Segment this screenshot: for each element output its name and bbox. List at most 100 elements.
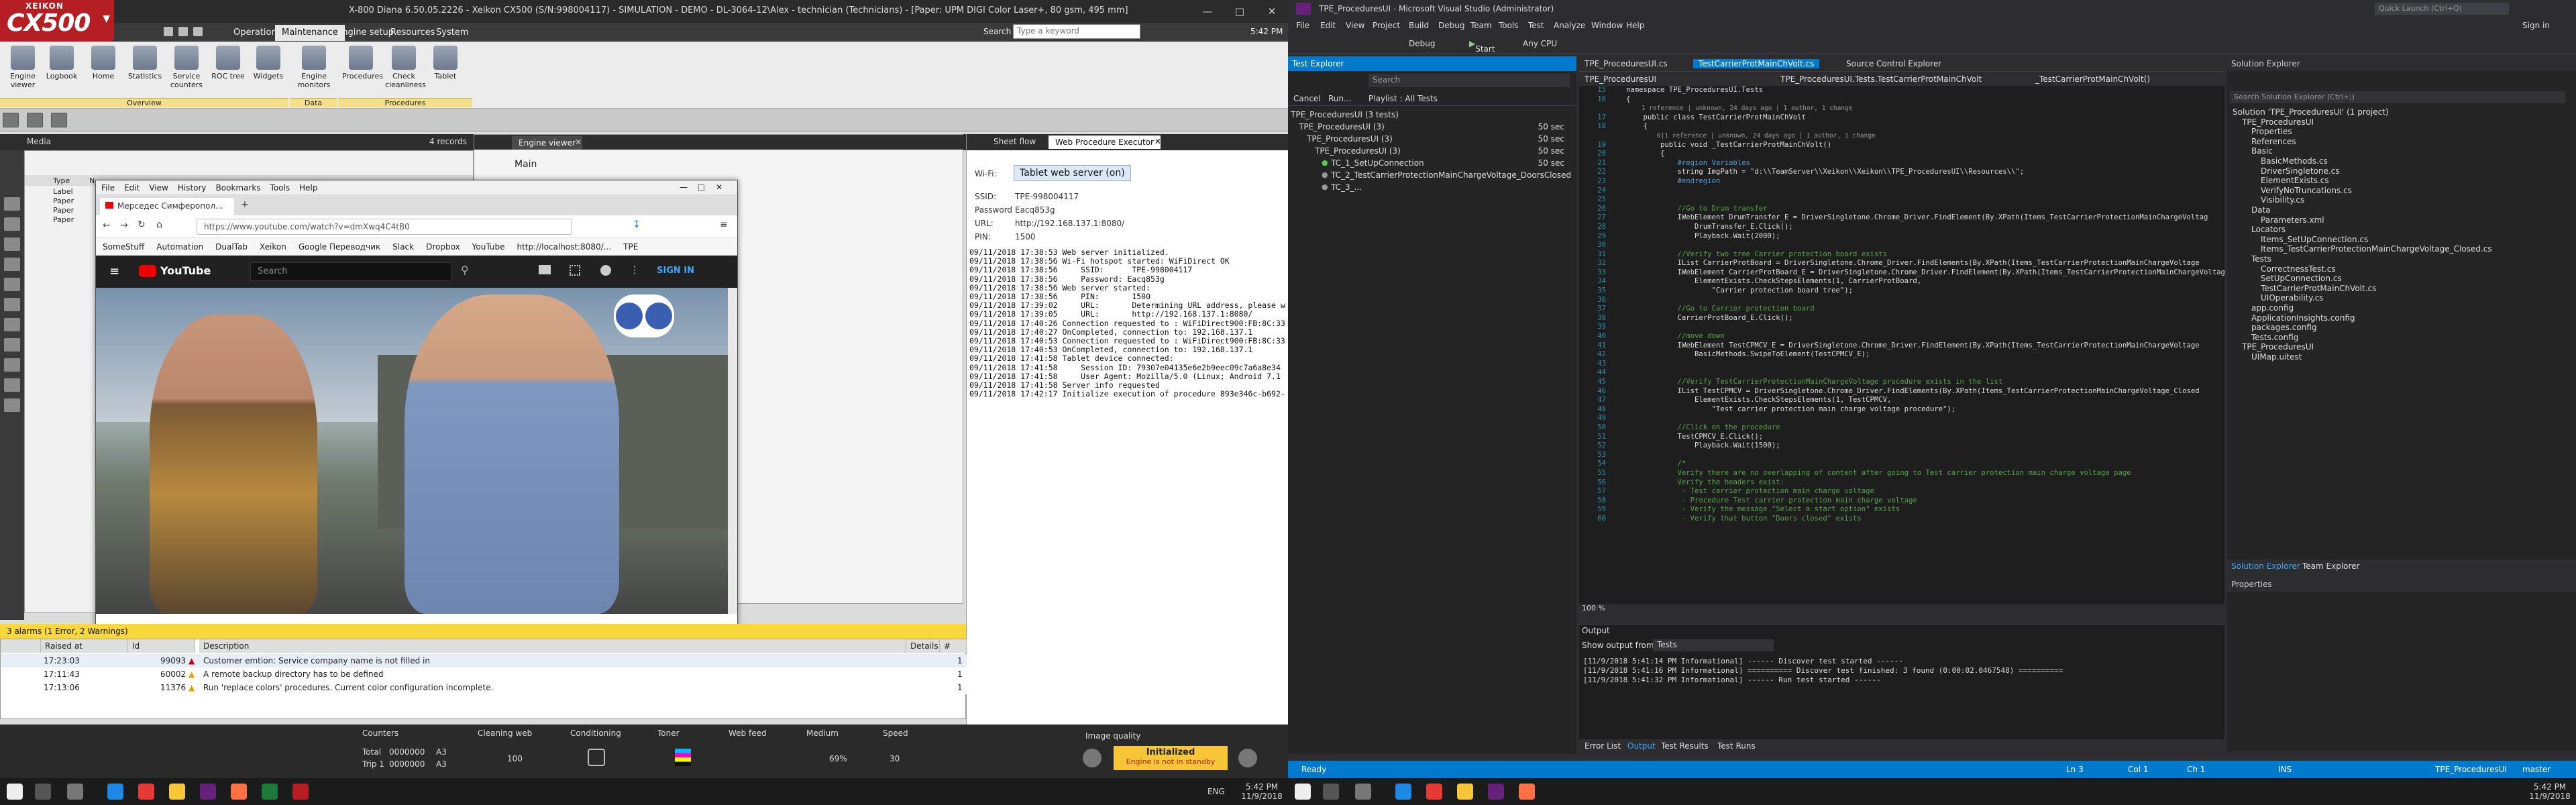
quick-launch-input[interactable]: Quick Launch (Ctrl+Q) bbox=[2375, 3, 2509, 15]
minimize-icon[interactable]: — bbox=[680, 182, 688, 192]
nav-project[interactable]: TPE_ProceduresUI bbox=[1585, 74, 1656, 84]
firefox-icon[interactable] bbox=[231, 784, 247, 800]
list-item[interactable]: Paper bbox=[53, 197, 74, 206]
alarm-col-id[interactable]: Id bbox=[128, 639, 195, 653]
solution-node[interactable]: Items_TestCarrierProtectionMainChargeVol… bbox=[2261, 244, 2492, 254]
solution-node[interactable]: VerifyNoTruncations.cs bbox=[2261, 186, 2352, 195]
close-icon[interactable]: ✕ bbox=[1155, 137, 1161, 146]
tray-language[interactable]: ENG bbox=[1208, 787, 1225, 796]
tray-clock[interactable]: 5:42 PM 11/9/2018 bbox=[2526, 782, 2573, 801]
bookmark-item[interactable]: Dropbox bbox=[426, 242, 460, 252]
url-bar[interactable]: https://www.youtube.com/watch?v=dmXwq4C4… bbox=[197, 219, 572, 235]
solution-node[interactable]: Parameters.xml bbox=[2261, 215, 2324, 225]
maximize-icon[interactable]: □ bbox=[698, 182, 705, 192]
strip-icon[interactable] bbox=[4, 237, 20, 251]
alarm-col-time[interactable]: Raised at bbox=[41, 639, 128, 653]
chrome-icon[interactable] bbox=[1426, 784, 1442, 800]
solution-search-input[interactable]: Search Solution Explorer (Ctrl+;) bbox=[2230, 91, 2565, 103]
logo-dropdown-icon[interactable]: ▼ bbox=[103, 13, 110, 24]
statistics-button[interactable]: Statistics bbox=[126, 46, 164, 80]
menu-team[interactable]: Team bbox=[1470, 21, 1492, 30]
strip-icon[interactable] bbox=[4, 217, 20, 231]
run-link[interactable]: Run... bbox=[1328, 94, 1351, 103]
visual-studio-icon[interactable] bbox=[1488, 784, 1504, 800]
menu-view[interactable]: View bbox=[1346, 21, 1364, 30]
bookmark-item[interactable]: DualTab bbox=[215, 242, 248, 252]
firefox-icon[interactable] bbox=[1519, 784, 1535, 800]
tab-test-runs[interactable]: Test Runs bbox=[1717, 741, 1756, 751]
visual-studio-icon[interactable] bbox=[200, 784, 216, 800]
create-video-icon[interactable] bbox=[539, 265, 551, 274]
engine-monitors-button[interactable]: Engine monitors bbox=[295, 46, 333, 89]
browser-tab[interactable]: Мерседес Симферопол... bbox=[100, 198, 234, 215]
strip-icon[interactable] bbox=[4, 378, 20, 392]
tab-test-carrier[interactable]: TestCarrierProtMainChVolt.cs bbox=[1693, 59, 1820, 68]
strip-icon[interactable] bbox=[4, 358, 20, 372]
solution-node[interactable]: Tests.config bbox=[2251, 333, 2298, 342]
home-icon[interactable] bbox=[193, 27, 203, 36]
solution-node[interactable]: UIOperability.cs bbox=[2261, 293, 2323, 303]
roc-tree-button[interactable]: ROC tree bbox=[209, 46, 247, 80]
forward-icon[interactable] bbox=[178, 27, 188, 36]
play-button[interactable] bbox=[1083, 749, 1102, 767]
toolbar-icon[interactable] bbox=[27, 113, 43, 127]
strip-icon[interactable] bbox=[4, 278, 20, 291]
toolbar-icon[interactable] bbox=[3, 113, 19, 127]
search-input[interactable]: Type a keyword bbox=[1013, 24, 1140, 39]
solution-node[interactable]: UIMap.uitest bbox=[2251, 352, 2302, 362]
edge-icon[interactable] bbox=[107, 784, 123, 800]
status-branch[interactable]: master bbox=[2522, 765, 2551, 774]
table-row[interactable]: 17:23:03 99093 ▲ Customer emtion: Service c… bbox=[1, 654, 967, 667]
list-item[interactable]: Label bbox=[53, 187, 74, 197]
menu-analyze[interactable]: Analyze bbox=[1554, 21, 1585, 30]
menu-icon[interactable]: ≡ bbox=[720, 219, 728, 230]
wifi-value[interactable]: Tablet web server (on) bbox=[1014, 165, 1131, 181]
tab-system[interactable]: System bbox=[429, 25, 475, 41]
check-cleanliness-button[interactable]: Check cleanliness bbox=[385, 46, 426, 89]
reload-icon[interactable]: ↻ bbox=[138, 219, 146, 230]
menu-bookmarks[interactable]: Bookmarks bbox=[216, 183, 261, 193]
sign-in-button[interactable]: SIGN IN bbox=[657, 266, 694, 276]
solution-node[interactable]: TestCarrierProtMainChVolt.cs bbox=[2261, 284, 2376, 293]
explorer-icon[interactable] bbox=[169, 784, 185, 800]
menu-file[interactable]: File bbox=[1296, 21, 1309, 30]
test-node[interactable]: TPE_ProceduresUI (3 tests) bbox=[1291, 110, 1399, 119]
menu-debug[interactable]: Debug bbox=[1438, 21, 1464, 30]
menu-tools[interactable]: Tools bbox=[1499, 21, 1519, 30]
bookmark-item[interactable]: YouTube bbox=[472, 242, 505, 252]
service-counters-button[interactable]: Service counters bbox=[168, 46, 205, 89]
tab-source-control[interactable]: Source Control Explorer bbox=[1841, 59, 1947, 68]
solution-node[interactable]: CorrectnessTest.cs bbox=[2261, 264, 2336, 274]
solution-node[interactable]: Properties bbox=[2251, 127, 2292, 136]
test-node[interactable]: TPE_ProceduresUI (3) bbox=[1307, 134, 1393, 144]
windows-start-icon[interactable] bbox=[1295, 784, 1311, 800]
windows-start-icon[interactable] bbox=[7, 784, 23, 800]
excel-icon[interactable] bbox=[262, 784, 278, 800]
config-dropdown[interactable]: Debug bbox=[1409, 39, 1435, 48]
nav-method[interactable]: _TestCarrierProtMainChVolt() bbox=[2035, 74, 2150, 84]
solution-node[interactable]: app.config bbox=[2251, 303, 2294, 313]
bookmark-item[interactable]: Automation bbox=[156, 242, 203, 252]
test-node[interactable]: TPE_ProceduresUI (3) bbox=[1299, 122, 1385, 131]
home-button[interactable]: Home bbox=[85, 46, 122, 80]
widgets-button[interactable]: Widgets bbox=[250, 46, 287, 80]
solution-node[interactable]: Tests bbox=[2251, 254, 2271, 264]
solution-node[interactable]: Locators bbox=[2251, 225, 2286, 234]
solution-node[interactable]: DriverSingletone.cs bbox=[2261, 166, 2340, 176]
home-icon[interactable]: ⌂ bbox=[156, 219, 162, 230]
solution-node[interactable]: ApplicationInsights.config bbox=[2251, 313, 2355, 323]
edge-icon[interactable] bbox=[1395, 784, 1411, 800]
alarm-summary[interactable]: 3 alarms (1 Error, 2 Warnings) bbox=[0, 624, 966, 639]
close-icon[interactable]: ✕ bbox=[1256, 0, 1288, 23]
table-row[interactable]: 17:13:06 11376 ▲ Run 'replace colors' proce… bbox=[1, 681, 967, 694]
platform-dropdown[interactable]: Any CPU bbox=[1523, 39, 1557, 48]
solution-node[interactable]: Basic bbox=[2251, 146, 2273, 156]
tray-clock[interactable]: 5:42 PM 11/9/2018 bbox=[1238, 782, 1285, 801]
video-player[interactable] bbox=[96, 288, 728, 614]
solution-node[interactable]: Solution 'TPE_ProceduresUI' (1 project) bbox=[2233, 107, 2389, 117]
solution-node[interactable]: SetUpConnection.cs bbox=[2261, 274, 2342, 283]
explorer-icon[interactable] bbox=[1457, 784, 1473, 800]
output-source-select[interactable]: Tests bbox=[1653, 639, 1774, 651]
tab-engine-viewer[interactable]: Engine viewer bbox=[512, 136, 582, 150]
strip-icon[interactable] bbox=[4, 298, 20, 311]
